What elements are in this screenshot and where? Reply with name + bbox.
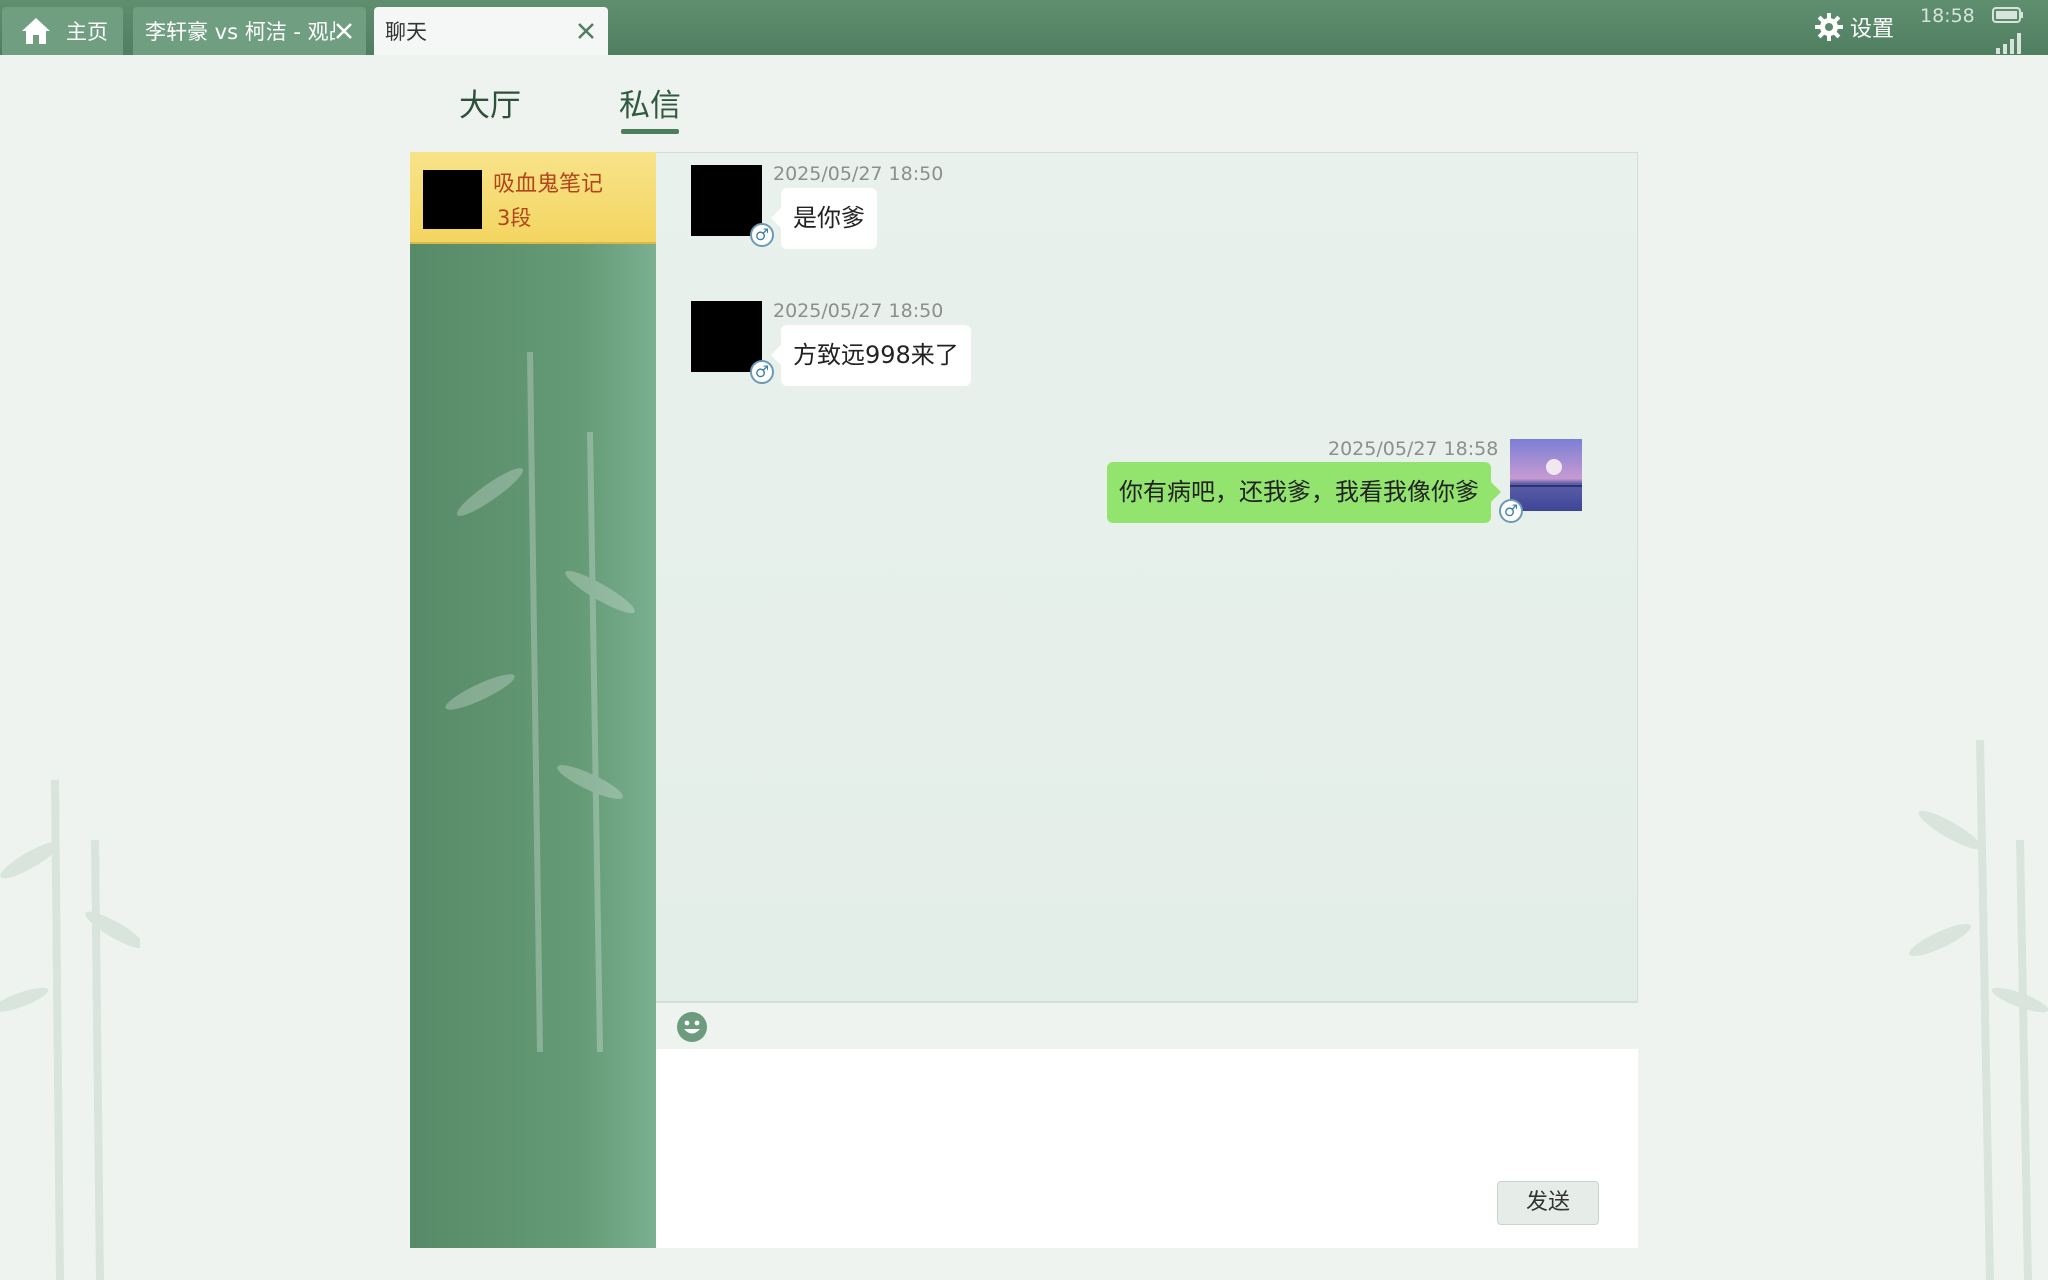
tab-hall[interactable]: 大厅 [459,80,521,125]
input-toolbar [656,1002,1638,1049]
contact-rank: 3段 [497,206,532,230]
bamboo-decoration-inner [445,352,635,1052]
tab-chat[interactable]: 聊天 [374,7,608,55]
emoji-icon[interactable] [676,1011,708,1043]
settings-button[interactable]: 设置 [1814,10,1894,44]
active-tab-indicator [621,129,679,134]
avatar [1510,439,1582,511]
tab-home-label: 主页 [66,20,108,44]
signal-icon [1996,33,2021,54]
close-icon[interactable] [574,19,598,43]
close-icon[interactable] [332,19,356,43]
message-time: 2025/05/27 18:58 [1328,438,1499,460]
chat-messages: ♂ 2025/05/27 18:50 是你爹 ♂ 2025/05/27 18:5… [656,152,1638,1002]
male-icon: ♂ [1499,499,1523,523]
contact-item[interactable]: 吸血鬼笔记 3段 [410,152,656,244]
tab-chat-label: 聊天 [385,20,427,44]
settings-label: 设置 [1850,17,1895,42]
tab-home[interactable]: 主页 [2,7,123,55]
avatar [423,170,482,229]
send-button[interactable]: 发送 [1497,1181,1599,1225]
clock: 18:58 [1920,5,1975,27]
message-bubble: 方致远998来了 [771,325,971,386]
bamboo-decoration-left [0,780,140,1280]
message-bubble: 你有病吧，还我爹，我看我像你爹 [1107,462,1501,523]
gear-icon [1815,13,1843,41]
contact-list: 吸血鬼笔记 3段 [410,152,656,1248]
contact-name: 吸血鬼笔记 [493,172,604,197]
avatar [691,301,762,372]
message-time: 2025/05/27 18:50 [773,163,944,185]
battery-icon [1992,7,2023,23]
top-bar: 主页 李轩豪 vs 柯洁 - 观战 聊天 设置 18:58 [0,0,2048,55]
home-icon [22,18,50,44]
tab-game-label: 李轩豪 vs 柯洁 - 观战 [145,20,335,44]
bamboo-decoration-right [1909,740,2048,1280]
tab-private-messages[interactable]: 私信 [619,80,681,125]
avatar [691,165,762,236]
message-bubble: 是你爹 [771,188,877,249]
message-time: 2025/05/27 18:50 [773,300,944,322]
tab-game[interactable]: 李轩豪 vs 柯洁 - 观战 [133,7,366,55]
message-input[interactable]: 发送 [656,1049,1638,1248]
